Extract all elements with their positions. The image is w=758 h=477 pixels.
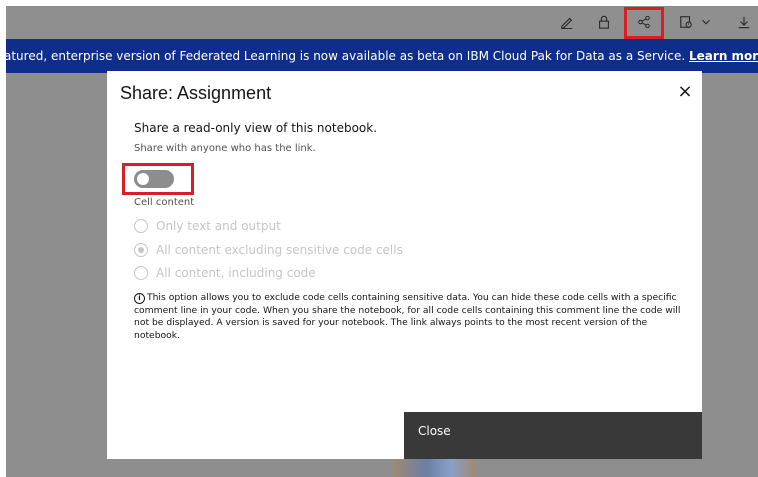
radio-button[interactable] [134, 266, 148, 280]
radio-option-excluding-sensitive[interactable]: All content excluding sensitive code cel… [134, 241, 403, 259]
version-icon[interactable] [676, 12, 696, 32]
info-icon: i [134, 293, 145, 304]
info-note: i This option allows you to exclude code … [134, 292, 682, 342]
radio-label: Only text and output [156, 219, 281, 233]
share-toggle[interactable] [134, 170, 174, 188]
background-image [393, 458, 476, 477]
announcement-banner: atured, enterprise version of Federated … [6, 39, 758, 73]
download-icon[interactable] [734, 12, 754, 32]
close-icon[interactable]: × [675, 82, 695, 102]
toggle-knob [137, 173, 149, 185]
radio-label: All content, including code [156, 266, 316, 280]
share-button-highlight [624, 7, 664, 39]
app-frame: atured, enterprise version of Federated … [6, 6, 758, 477]
learn-more-link[interactable]: Learn more. [689, 49, 758, 63]
edit-icon[interactable] [557, 12, 577, 32]
radio-label: All content excluding sensitive code cel… [156, 243, 403, 257]
radio-button[interactable] [134, 243, 148, 257]
cell-content-label: Cell content [134, 197, 195, 208]
radio-option-all-content[interactable]: All content, including code [134, 264, 316, 282]
notebook-toolbar [6, 6, 758, 39]
share-description: Share a read-only view of this notebook. [134, 121, 378, 135]
radio-button[interactable] [134, 219, 148, 233]
share-link-label: Share with anyone who has the link. [134, 143, 316, 154]
banner-text: atured, enterprise version of Federated … [6, 49, 686, 63]
close-button[interactable]: Close [404, 412, 702, 459]
share-dialog: Share: Assignment × Share a read-only vi… [107, 71, 702, 459]
radio-option-text-output[interactable]: Only text and output [134, 217, 281, 235]
dialog-title: Share: Assignment [120, 83, 272, 103]
chevron-down-icon[interactable] [696, 12, 716, 32]
info-text: This option allows you to exclude code c… [134, 292, 681, 341]
lock-icon[interactable] [594, 12, 614, 32]
